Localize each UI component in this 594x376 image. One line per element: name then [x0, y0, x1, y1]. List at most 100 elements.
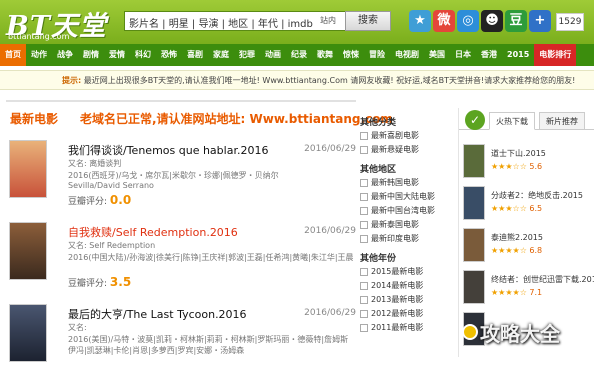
nav-item[interactable]: 电视剧: [390, 44, 424, 66]
nav-item[interactable]: 动作: [26, 44, 52, 66]
checkbox[interactable]: [360, 220, 368, 229]
hot-rating: ★★★☆☆ 5.6: [491, 162, 542, 171]
search-input[interactable]: 影片名 | 明星 | 导演 | 地区 | 年代 | imdb 站内: [124, 11, 354, 31]
rating-score: 5.6: [529, 162, 543, 171]
hot-rating: ★★★★☆ 6.8: [491, 246, 542, 255]
hot-item[interactable]: 分歧者2：绝地反击.2015 ★★★☆☆ 6.5: [463, 186, 594, 226]
hot-title[interactable]: 泰迪熊2.2015: [491, 232, 594, 243]
nav-item[interactable]: 动画: [260, 44, 286, 66]
hot-item[interactable]: 道士下山.2015 ★★★☆☆ 5.6: [463, 144, 594, 184]
filter-label: 2013最新电影: [371, 295, 424, 304]
checkbox[interactable]: [360, 323, 368, 332]
score-label: 豆瓣评分:: [68, 279, 108, 289]
filter-checkbox-item[interactable]: 最新喜剧电影: [360, 130, 419, 141]
filter-label: 最新泰国电影: [371, 220, 419, 229]
hot-thumbnail[interactable]: [463, 228, 485, 262]
alias-value: Self Redemption: [89, 241, 156, 250]
checkbox[interactable]: [360, 267, 368, 276]
movie-title[interactable]: 自我救赎/Self Redemption.2016: [68, 224, 238, 240]
filter-checkbox-item[interactable]: 2014最新电影: [360, 280, 423, 291]
checkbox[interactable]: [360, 145, 368, 154]
filter-label: 最新喜剧电影: [371, 131, 419, 140]
tab-hot-downloads[interactable]: 火热下载: [489, 112, 535, 130]
checkbox[interactable]: [360, 295, 368, 304]
penguin-icon[interactable]: ☻: [481, 10, 503, 32]
nav-item[interactable]: 惊悚: [338, 44, 364, 66]
rating-stars: ★★★★☆: [491, 288, 527, 297]
checkbox[interactable]: [360, 309, 368, 318]
nav-item[interactable]: 爱情: [104, 44, 130, 66]
filter-group-heading: 其他地区: [360, 165, 397, 175]
plus-icon[interactable]: +: [529, 10, 551, 32]
main-nav: 首页 动作 战争 剧情 爱情 科幻 恐怖 喜剧 家庭 犯罪 动画 纪录 歌舞 惊悚 冒险 电视剧 美国 日本 香港 2…: [0, 44, 594, 66]
filter-checkbox-item[interactable]: 最新印度电影: [360, 233, 419, 244]
nav-item[interactable]: 冒险: [364, 44, 390, 66]
tab-new-recommend[interactable]: 新片推荐: [539, 112, 585, 130]
nav-item[interactable]: 美国: [424, 44, 450, 66]
checkbox[interactable]: [360, 234, 368, 243]
nav-item[interactable]: 恐怖: [156, 44, 182, 66]
movie-title[interactable]: 最后的大亨/The Last Tycoon.2016: [68, 306, 247, 322]
filter-checkbox-item[interactable]: 2015最新电影: [360, 266, 423, 277]
filter-checkbox-item[interactable]: 最新悬疑电影: [360, 144, 419, 155]
search-button[interactable]: 搜索: [345, 11, 391, 31]
movie-poster[interactable]: [9, 222, 47, 280]
hot-title[interactable]: 分歧者2：绝地反击.2015: [491, 190, 594, 201]
filter-panel: 其他分类 最新喜剧电影 最新悬疑电影 其他地区 最新韩国电影 最新中国大陆电影 最新中国台湾…: [360, 115, 450, 357]
star-icon[interactable]: ★: [409, 10, 431, 32]
filter-label: 最新中国台湾电影: [371, 206, 435, 215]
hot-item[interactable]: 泰迪熊2.2015 ★★★★☆ 6.8: [463, 228, 594, 268]
douban-icon[interactable]: 豆: [505, 10, 527, 32]
movie-score: 豆瓣评分: 0.0: [68, 193, 131, 207]
checkbox[interactable]: [360, 178, 368, 187]
nav-item[interactable]: 科幻: [130, 44, 156, 66]
weibo-icon[interactable]: 微: [433, 10, 455, 32]
hot-thumbnail[interactable]: [463, 144, 485, 178]
checkbox[interactable]: [360, 281, 368, 290]
movie-poster[interactable]: [9, 304, 47, 362]
movie-title[interactable]: 我们得谈谈/Tenemos que hablar.2016: [68, 142, 268, 158]
hot-thumbnail[interactable]: [463, 186, 485, 220]
qq-icon[interactable]: ◎: [457, 10, 479, 32]
nav-item[interactable]: 香港: [476, 44, 502, 66]
checkbox[interactable]: [360, 131, 368, 140]
nav-item[interactable]: 喜剧: [182, 44, 208, 66]
search-scope-select[interactable]: 站内: [320, 15, 336, 26]
nav-item[interactable]: 犯罪: [234, 44, 260, 66]
hot-thumbnail[interactable]: [463, 270, 485, 304]
nav-item[interactable]: 日本: [450, 44, 476, 66]
filter-checkbox-item[interactable]: 最新中国台湾电影: [360, 205, 435, 216]
filter-checkbox-item[interactable]: 最新中国大陆电影: [360, 191, 435, 202]
notice-text: 最近网上出现很多BT天堂的,请认准我们唯一地址! Www.bttiantang.…: [83, 76, 576, 85]
hot-rating: ★★★★☆ 7.1: [491, 288, 542, 297]
filter-checkbox-item[interactable]: 2012最新电影: [360, 308, 423, 319]
movie-alias: 又名: Self Redemption: [68, 240, 353, 251]
nav-item[interactable]: 2015: [502, 44, 534, 66]
movie-item: 自我救赎/Self Redemption.2016 2016/06/29 又名: S…: [6, 216, 356, 294]
checkbox[interactable]: [360, 206, 368, 215]
checkbox[interactable]: [360, 192, 368, 201]
filter-group-heading: 其他年份: [360, 254, 397, 264]
nav-item[interactable]: 首页: [0, 44, 26, 66]
nav-item[interactable]: 歌舞: [312, 44, 338, 66]
hot-title[interactable]: 终结者：创世纪迅雷下载.2015: [491, 274, 594, 285]
nav-item[interactable]: 纪录: [286, 44, 312, 66]
nav-item[interactable]: 电影排行: [534, 44, 577, 66]
movie-item: 最后的大亨/The Last Tycoon.2016 2016/06/29 又名: …: [6, 298, 356, 376]
filter-label: 最新印度电影: [371, 234, 419, 243]
hot-item[interactable]: 终结者：创世纪迅雷下载.2015 ★★★★☆ 7.1: [463, 270, 594, 310]
hot-title[interactable]: 道士下山.2015: [491, 148, 594, 159]
rating-stars: ★★★☆☆: [491, 162, 527, 171]
filter-checkbox-item[interactable]: 2011最新电影: [360, 322, 423, 333]
filter-label: 2015最新电影: [371, 267, 424, 276]
nav-item[interactable]: 战争: [52, 44, 78, 66]
nav-item[interactable]: 家庭: [208, 44, 234, 66]
nav-item[interactable]: 剧情: [78, 44, 104, 66]
tab-latest-movies[interactable]: 最新电影: [10, 110, 58, 127]
filter-checkbox-item[interactable]: 最新韩国电影: [360, 177, 419, 188]
filter-checkbox-item[interactable]: 最新泰国电影: [360, 219, 419, 230]
movie-poster[interactable]: [9, 140, 47, 198]
filter-checkbox-item[interactable]: 2013最新电影: [360, 294, 423, 305]
movie-date: 2016/06/29: [304, 308, 356, 318]
movie-cast: 2016(美国)/马特・波莫|凯莉・柯林斯|莉莉・柯林斯|罗斯玛丽・德薇特|詹姆…: [68, 335, 349, 344]
